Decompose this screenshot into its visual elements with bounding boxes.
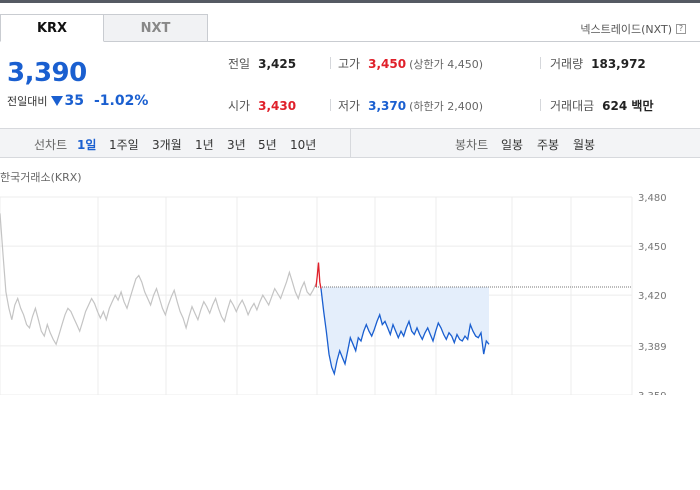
chart-grid (0, 196, 633, 395)
stat-value: 183,972 (591, 56, 646, 71)
divider (540, 99, 541, 111)
nextrade-link-label: 넥스트레이드(NXT) (580, 23, 672, 36)
period-1w[interactable]: 1주일 (109, 136, 139, 153)
y-tick-label: 3,420 (638, 291, 667, 302)
stat-label: 고가 (338, 57, 361, 71)
divider (330, 57, 331, 69)
tab-divider (208, 41, 700, 42)
y-tick-label: 3,359 (638, 391, 667, 395)
candle-weekly[interactable]: 주봉 (537, 136, 559, 153)
y-tick-label: 3,450 (638, 242, 667, 253)
tab-krx[interactable]: KRX (0, 14, 104, 42)
divider (330, 99, 331, 111)
change-value: 35 (64, 93, 84, 109)
tab-nxt[interactable]: NXT (104, 14, 208, 42)
lower-limit: (하한가 2,400) (409, 99, 483, 113)
stat-high: 고가 3,450 (상한가 4,450) (338, 55, 483, 72)
divider (540, 57, 541, 69)
stat-low: 저가 3,370 (하한가 2,400) (338, 97, 483, 114)
change-percent: -1.02% (93, 93, 149, 109)
stat-volume: 거래량 183,972 (550, 55, 646, 72)
prev-day-series-line (0, 213, 317, 346)
upper-limit: (상한가 4,450) (409, 57, 483, 71)
y-tick-label: 3,480 (638, 193, 667, 204)
y-tick-label: 3,389 (638, 342, 667, 353)
price-change: 전일대비 35 -1.02% (7, 93, 148, 109)
stat-value: 624 백만 (602, 99, 654, 113)
stat-label: 저가 (338, 99, 361, 113)
stat-label: 거래대금 (550, 99, 595, 113)
stat-label: 전일 (228, 57, 251, 71)
period-1d[interactable]: 1일 (77, 136, 96, 153)
stat-open: 시가 3,430 (228, 97, 296, 114)
help-icon[interactable]: ? (676, 24, 686, 34)
stat-prev-close: 전일 3,425 (228, 55, 296, 72)
y-axis-ticks: 3,480 3,450 3,420 3,389 3,359 (638, 193, 667, 395)
chart-toolbar: 선차트 1일 1주일 3개월 1년 3년 5년 10년 봉차트 일봉 주봉 월봉 (0, 128, 700, 158)
nextrade-link[interactable]: 넥스트레이드(NXT) ? (580, 21, 686, 37)
stat-value: 3,370 (368, 98, 407, 113)
period-5y[interactable]: 5년 (258, 136, 277, 153)
period-3m[interactable]: 3개월 (152, 136, 182, 153)
down-arrow-icon (51, 96, 64, 106)
toolbar-divider (350, 129, 351, 157)
change-label: 전일대비 (7, 95, 48, 108)
line-chart-label: 선차트 (34, 138, 68, 152)
candle-monthly[interactable]: 월봉 (573, 136, 595, 153)
exchange-label: 한국거래소(KRX) (0, 171, 82, 184)
stat-trade-value: 거래대금 624 백만 (550, 97, 653, 114)
period-3y[interactable]: 3년 (227, 136, 246, 153)
stat-label: 시가 (228, 99, 251, 113)
top-border (0, 0, 700, 3)
current-price: 3,390 (7, 58, 87, 88)
candle-chart-label: 봉차트 (455, 138, 489, 152)
stat-value: 3,450 (368, 56, 407, 71)
period-1y[interactable]: 1년 (195, 136, 214, 153)
candle-daily[interactable]: 일봉 (501, 136, 523, 153)
period-10y[interactable]: 10년 (290, 136, 316, 153)
stat-value: 3,430 (258, 98, 297, 113)
market-tabs: KRX NXT (0, 14, 208, 42)
intraday-chart[interactable]: 3,480 3,450 3,420 3,389 3,359 (0, 185, 700, 395)
stat-label: 거래량 (550, 57, 584, 71)
stat-value: 3,425 (258, 56, 297, 71)
